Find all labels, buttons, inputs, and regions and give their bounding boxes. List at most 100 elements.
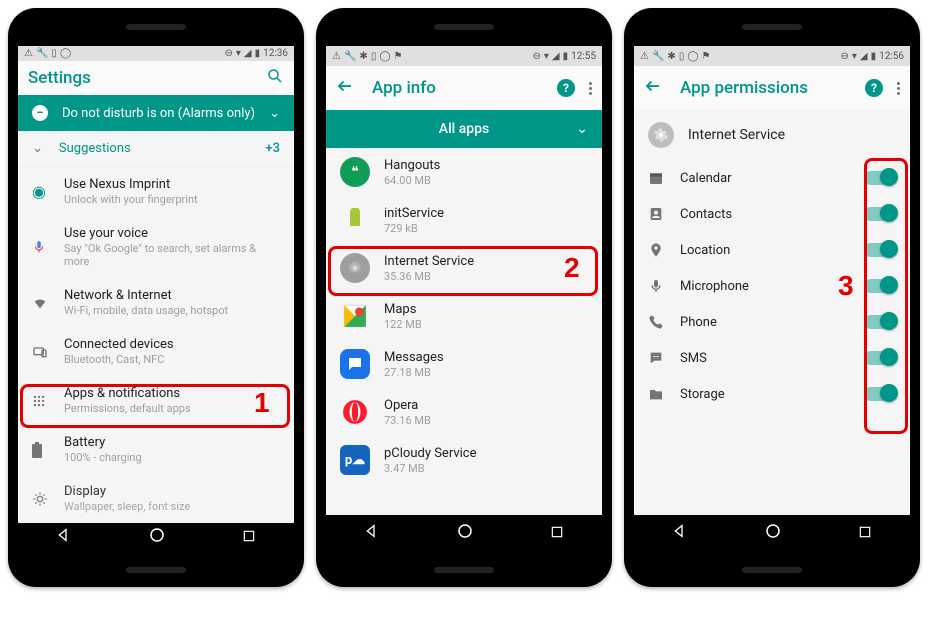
- navbar: [18, 523, 294, 551]
- toggle-calendar[interactable]: [864, 171, 896, 185]
- dnd-icon: ⊖: [532, 51, 540, 62]
- perm-microphone[interactable]: Microphone: [634, 268, 910, 304]
- settings-apps[interactable]: Apps & notifications Permissions, defaul…: [18, 376, 294, 425]
- appbar-settings: Settings: [18, 61, 294, 95]
- microphone-icon: [648, 278, 680, 294]
- toggle-contacts[interactable]: [864, 207, 896, 221]
- page-title: Settings: [28, 68, 266, 88]
- signal-icon: ◢: [244, 48, 252, 59]
- app-row-pcloudy[interactable]: p☁ pCloudy Service3.47 MB: [326, 436, 602, 484]
- appbar-permissions: App permissions ?: [634, 66, 910, 110]
- suggestions-row[interactable]: ⌄ Suggestions +3: [18, 131, 294, 167]
- perm-location[interactable]: Location: [634, 232, 910, 268]
- help-icon[interactable]: ?: [865, 79, 883, 97]
- status-bar: ⚠ 🔧 ✱ ▯ ◯ ⚑ ⊖ ▾ ◢ ▮ 12:55: [326, 46, 602, 66]
- perm-calendar[interactable]: Calendar: [634, 160, 910, 196]
- dnd-icon: ⊖: [840, 51, 848, 62]
- app-row-hangouts[interactable]: ❝ Hangouts64.00 MB: [326, 148, 602, 196]
- app-gear-icon: [648, 122, 674, 148]
- gear-app-icon: [340, 253, 370, 283]
- opera-icon: [340, 397, 370, 427]
- fingerprint-icon: ◉: [32, 182, 64, 201]
- status-bar: ⚠ 🔧 ▯ ◯ ⊖ ▾ ◢ ▮ 12:36: [18, 46, 294, 61]
- screen-3: ⚠ 🔧 ✱ ▯ ◯ ⚑ ⊖ ▾ ◢ ▮ 12:56 App permission…: [634, 46, 910, 551]
- circle-icon: ◯: [687, 51, 698, 62]
- allapps-label: All apps: [439, 121, 489, 137]
- clock: 12:36: [263, 48, 288, 59]
- back-arrow-icon[interactable]: [644, 77, 662, 99]
- nav-home-icon[interactable]: [764, 522, 782, 544]
- app-row-messages[interactable]: Messages27.18 MB: [326, 340, 602, 388]
- dnd-minus-icon: −: [32, 105, 48, 121]
- annotation-number-3: 3: [838, 270, 854, 302]
- annotation-number-1: 1: [254, 387, 270, 419]
- perm-contacts[interactable]: Contacts: [634, 196, 910, 232]
- back-arrow-icon[interactable]: [336, 77, 354, 99]
- help-icon[interactable]: ?: [557, 79, 575, 97]
- calendar-icon: [648, 170, 680, 186]
- toggle-storage[interactable]: [864, 387, 896, 401]
- overflow-menu-icon[interactable]: [589, 82, 592, 95]
- nav-recent-icon[interactable]: [242, 528, 256, 547]
- perm-sms[interactable]: SMS: [634, 340, 910, 376]
- clock: 12:55: [571, 51, 596, 62]
- nav-back-icon[interactable]: [672, 523, 688, 543]
- settings-devices[interactable]: Connected devices Bluetooth, Cast, NFC: [18, 327, 294, 376]
- warning-icon: ⚠: [24, 48, 33, 59]
- suggestion-voice[interactable]: Use your voice Say "Ok Google" to search…: [18, 216, 294, 278]
- search-icon[interactable]: [266, 67, 284, 89]
- toggle-phone[interactable]: [864, 315, 896, 329]
- signal-icon: ◢: [552, 51, 560, 62]
- circle-icon: ◯: [60, 48, 71, 59]
- perm-phone[interactable]: Phone: [634, 304, 910, 340]
- page-title: App info: [372, 78, 557, 98]
- perm-storage[interactable]: Storage: [634, 376, 910, 412]
- app-row-initservice[interactable]: initService729 kB: [326, 196, 602, 244]
- gear-icon: ✱: [667, 51, 675, 62]
- wrench-icon: 🔧: [36, 48, 48, 59]
- suggestions-label: Suggestions: [59, 141, 131, 156]
- app-row-internetservice[interactable]: Internet Service35.36 MB: [326, 244, 602, 292]
- dnd-banner[interactable]: − Do not disturb is on (Alarms only) ⌄: [18, 95, 294, 131]
- nav-home-icon[interactable]: [148, 526, 166, 548]
- app-row-maps[interactable]: Maps122 MB: [326, 292, 602, 340]
- flag-icon: ⚑: [702, 51, 711, 62]
- suggestions-count: +3: [265, 141, 280, 156]
- annotation-number-2: 2: [564, 252, 580, 284]
- nav-back-icon[interactable]: [56, 527, 72, 547]
- toggle-microphone[interactable]: [864, 279, 896, 293]
- perm-app-name: Internet Service: [688, 127, 785, 143]
- settings-network[interactable]: Network & Internet Wi-Fi, mobile, data u…: [18, 278, 294, 327]
- messages-icon: [340, 349, 370, 379]
- nav-recent-icon[interactable]: [858, 524, 872, 543]
- nav-home-icon[interactable]: [456, 522, 474, 544]
- app-row-opera[interactable]: Opera73.16 MB: [326, 388, 602, 436]
- phone-icon: ▯: [51, 48, 57, 59]
- wifi-icon: ▾: [236, 48, 241, 59]
- allapps-dropdown[interactable]: All apps ⌄: [326, 110, 602, 148]
- mic-icon: [32, 240, 64, 254]
- toggle-sms[interactable]: [864, 351, 896, 365]
- settings-battery[interactable]: Battery 100% - charging: [18, 425, 294, 474]
- screen-1: ⚠ 🔧 ▯ ◯ ⊖ ▾ ◢ ▮ 12:36 Settings − Do not …: [18, 46, 294, 551]
- nav-back-icon[interactable]: [364, 523, 380, 543]
- phone-3: ⚠ 🔧 ✱ ▯ ◯ ⚑ ⊖ ▾ ◢ ▮ 12:56 App permission…: [624, 8, 920, 587]
- nav-recent-icon[interactable]: [550, 524, 564, 543]
- overflow-menu-icon[interactable]: [897, 82, 900, 95]
- appbar-appinfo: App info ?: [326, 66, 602, 110]
- apps-grid-icon: [32, 394, 64, 408]
- screen-2: ⚠ 🔧 ✱ ▯ ◯ ⚑ ⊖ ▾ ◢ ▮ 12:55 App info ?: [326, 46, 602, 551]
- location-icon: [648, 242, 680, 258]
- settings-display[interactable]: Display Wallpaper, sleep, font size: [18, 474, 294, 523]
- page-title: App permissions: [680, 78, 865, 98]
- android-icon: [340, 205, 370, 235]
- dnd-icon: ⊖: [224, 48, 232, 59]
- wifi-icon: ▾: [544, 51, 549, 62]
- dnd-text: Do not disturb is on (Alarms only): [62, 106, 255, 121]
- suggestion-nexus[interactable]: ◉ Use Nexus Imprint Unlock with your fin…: [18, 167, 294, 216]
- pcloudy-icon: p☁: [340, 445, 370, 475]
- clock: 12:56: [879, 51, 904, 62]
- circle-icon: ◯: [379, 51, 390, 62]
- signal-icon: ◢: [860, 51, 868, 62]
- toggle-location[interactable]: [864, 243, 896, 257]
